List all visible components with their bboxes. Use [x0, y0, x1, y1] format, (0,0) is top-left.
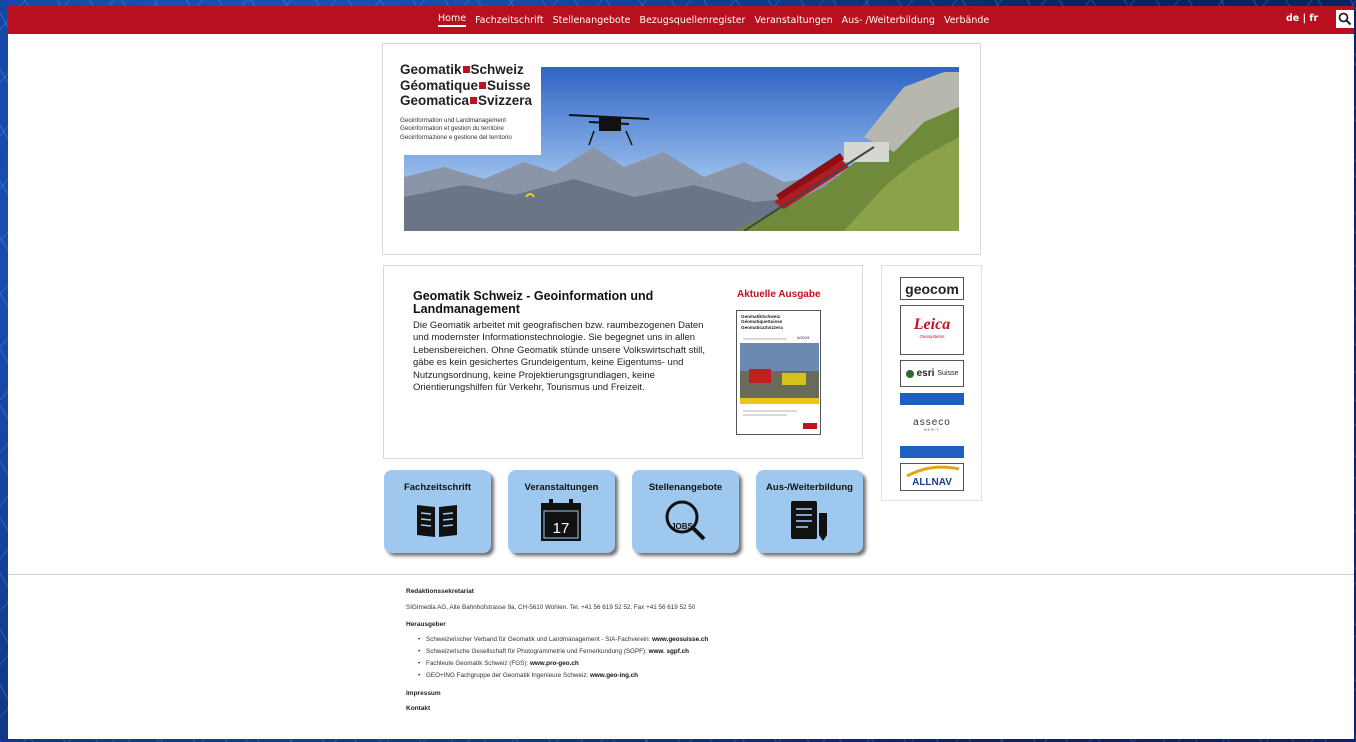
book-icon	[417, 505, 457, 537]
publisher-link[interactable]: www.pro-geo.ch	[530, 660, 579, 667]
nav-item-home[interactable]: Home	[438, 13, 467, 27]
tile-weiterbildung[interactable]: Aus-/Weiterbildung	[756, 470, 863, 553]
tile-veranstaltungen[interactable]: Veranstaltungen 17	[508, 470, 615, 553]
language-switcher: de | fr	[1286, 13, 1318, 24]
logo-line-it: Geomatica Svizzera	[400, 93, 533, 108]
current-issue-cover[interactable]: GeomatikSchweiz GéomatiqueSuisse Geomati…	[736, 310, 821, 435]
nav-item-fachzeitschrift[interactable]: Fachzeitschrift	[475, 15, 544, 26]
publisher-list: Schweizerischer Verband für Geomatik und…	[418, 634, 1006, 682]
hero-banner: Geomatik Schweiz Géomatique Suisse Geomati…	[382, 43, 981, 255]
logo-subtitle: Geoinformation und Landmanagement Geoinf…	[400, 116, 512, 141]
publisher-item: Schweizerische Gesellschaft für Photogra…	[418, 646, 1006, 658]
search-icon	[1338, 12, 1352, 26]
sponsor-banner-blue-2[interactable]	[900, 446, 964, 458]
sponsor-leica[interactable]: Leica Geosystems	[900, 305, 964, 355]
jobs-magnifier-icon	[665, 500, 706, 541]
sponsor-geocom[interactable]: geocom	[900, 277, 964, 300]
sponsor-esri[interactable]: esri Suisse	[900, 360, 964, 387]
footer: Redaktionssekretariat SIGImedia AG, Alte…	[406, 588, 1006, 712]
lang-separator: |	[1302, 13, 1307, 24]
publisher-item: Schweizerischer Verband für Geomatik und…	[418, 634, 1006, 646]
search-button[interactable]	[1336, 10, 1354, 28]
main-nav: Home Fachzeitschrift Stellenangebote Bez…	[438, 6, 989, 34]
publisher-link[interactable]: www.geo-ing.ch	[590, 672, 638, 679]
nav-item-stellenangebote[interactable]: Stellenangebote	[553, 15, 631, 26]
tile-stellenangebote[interactable]: Stellenangebote JOBS	[632, 470, 739, 553]
site-logo[interactable]: Geomatik Schweiz Géomatique Suisse Geomati…	[390, 52, 541, 155]
training-document-icon	[791, 501, 827, 541]
logo-line-de: Geomatik Schweiz	[400, 62, 524, 77]
footer-divider	[8, 574, 1354, 575]
sponsor-column: geocom Leica Geosystems esri Suisse asse…	[881, 265, 982, 501]
footer-heading-herausgeber: Herausgeber	[406, 621, 446, 628]
intro-title: Geomatik Schweiz - Geoinformation und La…	[413, 289, 654, 316]
publisher-item: Fachleute Geomatik Schweiz (FGS): www.pr…	[418, 658, 1006, 670]
footer-heading-redaktion: Redaktionssekretariat	[406, 588, 474, 595]
footer-impressum-link[interactable]: Impressum	[406, 690, 1006, 697]
nav-item-veranstaltungen[interactable]: Veranstaltungen	[754, 15, 832, 26]
intro-box: Geomatik Schweiz - Geoinformation und La…	[383, 265, 863, 459]
cover-title: GeomatikSchweiz GéomatiqueSuisse Geomati…	[741, 314, 783, 330]
nav-item-verbaende[interactable]: Verbände	[944, 15, 989, 26]
logo-line-fr: Géomatique Suisse	[400, 77, 531, 93]
nav-item-weiterbildung[interactable]: Aus- /Weiterbildung	[842, 15, 935, 26]
sponsor-banner-blue-1[interactable]	[900, 393, 964, 405]
footer-kontakt-link[interactable]: Kontakt	[406, 705, 1006, 712]
footer-address: SIGImedia AG, Alte Bahnhofstrasse 9a, CH…	[406, 604, 696, 611]
calendar-day: 17	[552, 520, 570, 537]
publisher-link[interactable]: www.geosuisse.ch	[652, 636, 708, 643]
sponsor-allnav[interactable]: ALLNAV	[900, 463, 964, 491]
globe-icon	[905, 369, 914, 378]
publisher-link[interactable]: www. sgpf.ch	[649, 648, 689, 655]
jobs-label: JOBS	[671, 522, 693, 531]
lang-fr-link[interactable]: fr	[1309, 13, 1318, 24]
top-nav-bar: Home Fachzeitschrift Stellenangebote Bez…	[8, 6, 1354, 34]
browser-page: Home Fachzeitschrift Stellenangebote Bez…	[8, 6, 1354, 739]
sponsor-asseco[interactable]: asseco BERIT	[900, 417, 964, 437]
current-issue-label[interactable]: Aktuelle Ausgabe	[737, 289, 821, 300]
lang-de-link[interactable]: de	[1286, 13, 1299, 24]
cover-issue-number: 4/2019	[797, 335, 810, 340]
nav-item-bezugsquellenregister[interactable]: Bezugsquellenregister	[639, 15, 745, 26]
publisher-item: GEO+ING Fachgruppe der Geomatik Ingenieu…	[418, 670, 1006, 682]
tile-fachzeitschrift[interactable]: Fachzeitschrift	[384, 470, 491, 553]
intro-text: Die Geomatik arbeitet mit geografischen …	[413, 320, 706, 394]
